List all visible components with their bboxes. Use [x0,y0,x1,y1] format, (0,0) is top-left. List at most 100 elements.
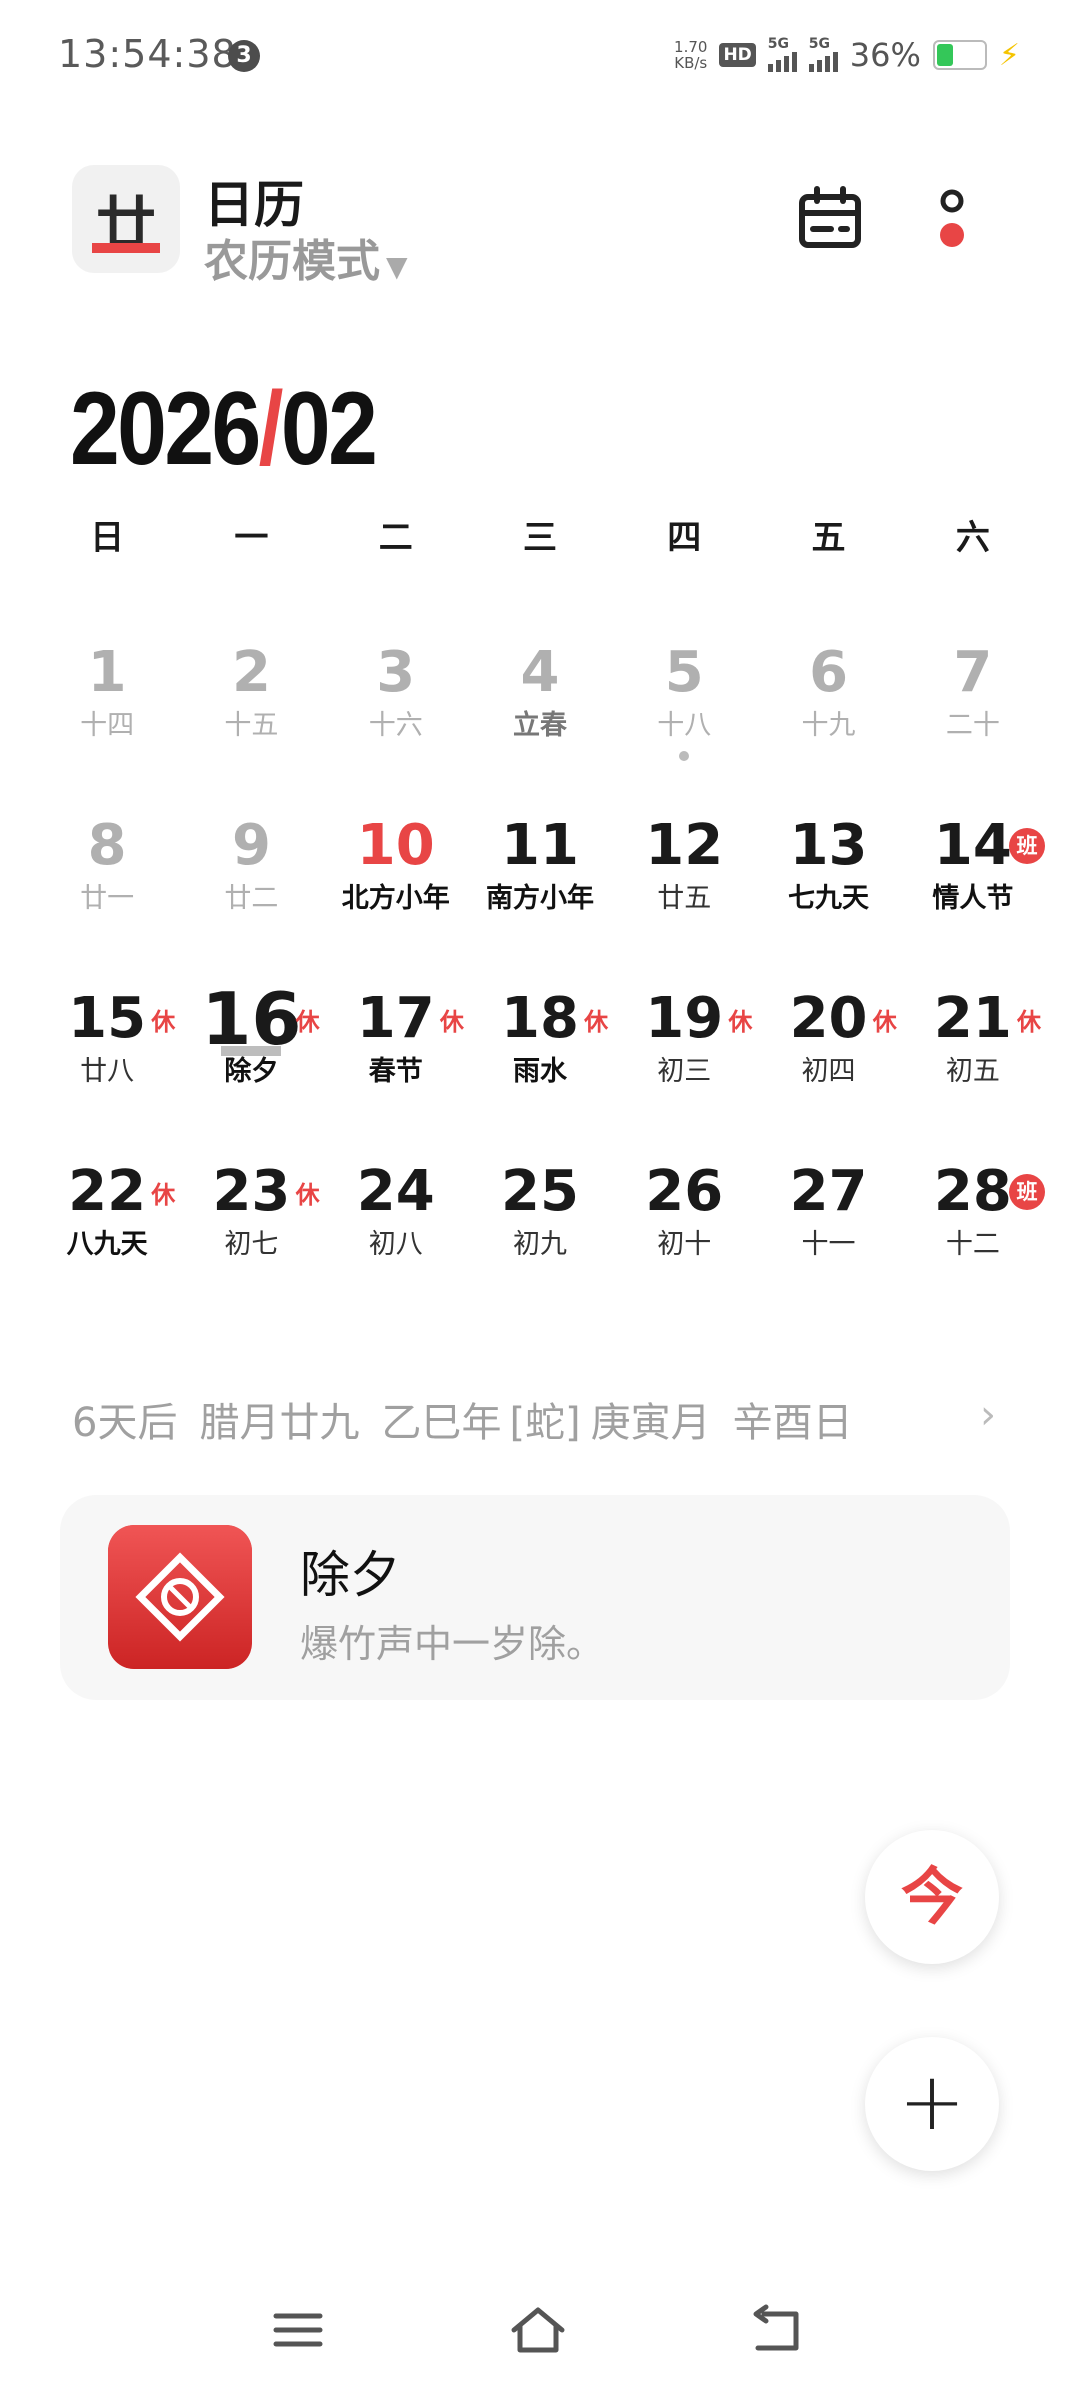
day-cell[interactable]: 10 北方小年 [324,813,468,986]
month-title-month: 02 [280,371,378,487]
day-lunar-label: 二十 [945,710,1000,741]
day-lunar-label: 初七 [224,1229,279,1260]
day-number: 8 [87,813,127,878]
notification-count-badge: 3 [228,40,260,72]
day-number: 11 [501,813,579,878]
go-to-today-button[interactable]: 今 [865,1830,999,1964]
day-number: 10 [356,813,435,878]
more-options-icon[interactable] [927,187,977,253]
day-cell[interactable]: 18 雨水休 [468,986,612,1159]
day-cell[interactable]: 2 十五 [179,640,323,813]
weekday-label: 六 [955,518,990,558]
menu-recents-icon[interactable] [268,2302,328,2358]
day-lunar-label: 情人节 [932,883,1014,914]
day-lunar-label: 廿八 [80,1056,135,1087]
weekday-label: 二 [378,518,413,558]
day-cell[interactable]: 28 十二班 [901,1159,1045,1332]
hd-voice-icon: HD [719,43,756,67]
day-cell[interactable]: 3 十六 [324,640,468,813]
day-cell[interactable]: 17 春节休 [324,986,468,1159]
day-cell[interactable]: 14 情人节班 [901,813,1045,986]
day-lunar-label: 八九天 [66,1229,148,1260]
day-number: 24 [356,1159,435,1224]
holiday-rest-tag: 休 [728,1008,753,1036]
day-cell[interactable]: 27 十一 [756,1159,900,1332]
day-cell[interactable]: 12 廿五 [612,813,756,986]
holiday-rest-tag: 休 [1016,1008,1041,1036]
day-cell[interactable]: 25 初九 [468,1159,612,1332]
event-subtitle: 爆竹声中一岁除。 [300,1622,605,1666]
day-cell[interactable]: 26 初十 [612,1159,756,1332]
work-day-badge: 班 [1008,1174,1045,1210]
holiday-rest-tag: 休 [584,1008,609,1036]
day-lunar-label: 十二 [945,1229,1000,1260]
calendar-week-row: 22 八九天休 23 初七休 24 初八 25 初九 26 初十 27 十一 28 十二班 [35,1159,1045,1332]
weekday-label: 五 [811,518,846,558]
day-lunar-label: 十九 [801,710,856,741]
new-year-blessing-icon [108,1525,252,1669]
day-number: 1 [87,640,127,705]
day-lunar-label: 初三 [657,1056,712,1087]
day-lunar-label: 七九天 [788,883,870,914]
day-number: 4 [520,640,560,705]
lunar-info-row[interactable]: 6天后 腊月廿九 乙巳年 [蛇] 庚寅月 辛酉日 [72,1390,1012,1448]
day-cell[interactable]: 7 二十 [901,640,1045,813]
add-event-button[interactable]: + [865,2037,999,2171]
weekday-label: 一 [234,518,269,558]
chevron-right-icon[interactable]: › [980,1392,996,1438]
day-cell[interactable]: 20 初四休 [756,986,900,1159]
calendar-view-icon[interactable] [797,185,863,251]
day-lunar-label: 十八 [657,710,712,741]
holiday-rest-tag: 休 [151,1008,176,1036]
status-time: 13:54:38 [58,32,237,76]
signal-sim2-icon: 5G [808,36,838,72]
day-cell[interactable]: 22 八九天休 [35,1159,179,1332]
day-number: 5 [664,640,704,705]
weekday-label: 日 [90,518,125,558]
day-lunar-label: 十四 [80,710,135,741]
day-cell-today[interactable]: 16 除夕休 [179,983,323,1159]
battery-icon [932,40,987,70]
day-number: 12 [645,813,724,878]
day-number: 13 [789,813,868,878]
day-cell[interactable]: 21 初五休 [901,986,1045,1159]
signal-sim1-icon: 5G [767,36,797,72]
day-cell[interactable]: 8 廿一 [35,813,179,986]
app-logo-icon[interactable]: 廿 [72,165,180,273]
day-cell[interactable]: 19 初三休 [612,986,756,1159]
day-number: 9 [231,813,271,878]
day-lunar-label: 南方小年 [485,883,594,914]
festival-event-card[interactable]: 除夕 爆竹声中一岁除。 [60,1495,1010,1700]
back-icon[interactable] [748,2302,808,2358]
day-cell[interactable]: 4 立春 [468,640,612,813]
day-cell[interactable]: 13 七九天 [756,813,900,986]
home-icon[interactable] [508,2302,568,2358]
sim2-network-label: 5G [808,36,831,52]
day-number: 2 [231,640,271,705]
day-cell[interactable]: 9 廿二 [179,813,323,986]
holiday-rest-tag: 休 [151,1181,176,1209]
day-cell[interactable]: 15 廿八休 [35,986,179,1159]
calendar-week-row: 1 十四 2 十五 3 十六 4 立春 5 十八 6 十九 7 二十 [35,640,1045,813]
day-number: 3 [376,640,416,705]
system-navigation-bar [0,2280,1080,2380]
charging-bolt-icon: ⚡ [998,37,1020,73]
day-cell[interactable]: 5 十八 [612,640,756,813]
dropdown-triangle-icon: ▼ [386,250,408,283]
day-lunar-label: 廿一 [80,883,135,914]
day-lunar-label: 廿二 [224,883,279,914]
day-cell[interactable]: 23 初七休 [179,1159,323,1332]
calendar-grid: 1 十四 2 十五 3 十六 4 立春 5 十八 6 十九 7 二十 8 廿一 9 廿二 10 北方… [35,640,1045,1332]
day-cell[interactable]: 6 十九 [756,640,900,813]
month-title[interactable]: 2026/02 [70,370,378,489]
day-lunar-label: 十五 [224,710,279,741]
day-cell[interactable]: 24 初八 [324,1159,468,1332]
day-lunar-label: 雨水 [512,1056,567,1087]
holiday-rest-tag: 休 [295,1008,320,1036]
mode-selector[interactable]: 农历模式 ▼ [204,225,408,289]
day-lunar-label: 立春 [512,710,567,741]
day-cell[interactable]: 11 南方小年 [468,813,612,986]
battery-percent: 36% [849,36,921,74]
zodiac-text: [蛇] [509,1400,581,1446]
day-cell[interactable]: 1 十四 [35,640,179,813]
